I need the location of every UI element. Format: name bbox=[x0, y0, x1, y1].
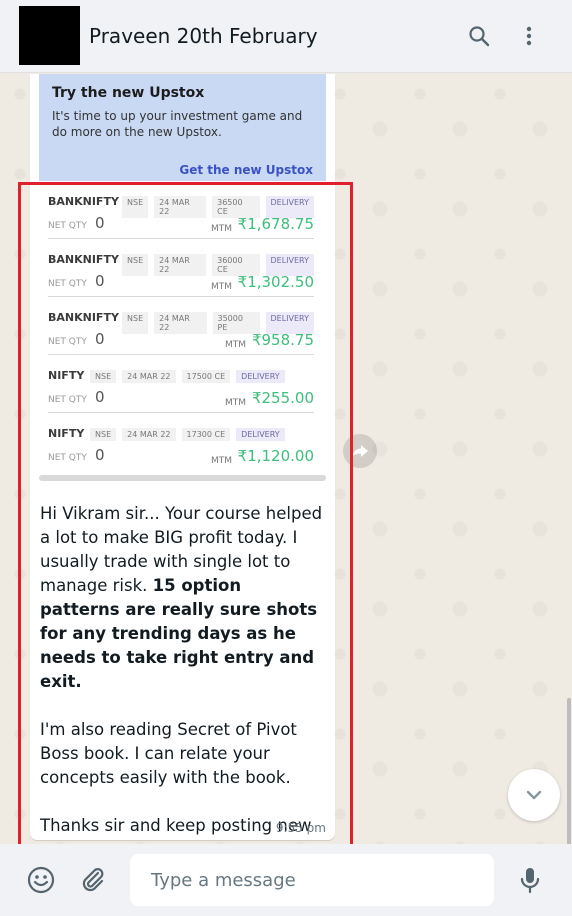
search-icon[interactable] bbox=[461, 18, 497, 54]
message-input[interactable]: Type a message bbox=[130, 854, 494, 906]
chat-title[interactable]: Praveen 20th February bbox=[89, 24, 318, 48]
avatar[interactable] bbox=[19, 6, 80, 65]
scrollbar[interactable] bbox=[566, 74, 572, 848]
mic-icon[interactable] bbox=[512, 862, 548, 898]
ad-text: It's time to up your investment game and… bbox=[52, 109, 303, 139]
highlight-box bbox=[18, 182, 353, 851]
scrollbar-thumb[interactable] bbox=[567, 698, 571, 848]
upstox-ad-banner: Try the new Upstox It's time to up your … bbox=[39, 74, 326, 181]
chat-header: Praveen 20th February bbox=[0, 0, 572, 73]
ad-link[interactable]: Get the new Upstox bbox=[179, 163, 313, 177]
emoji-icon[interactable] bbox=[23, 862, 59, 898]
message-input-placeholder: Type a message bbox=[151, 870, 296, 891]
more-vert-icon[interactable] bbox=[511, 18, 547, 54]
chevron-down-icon[interactable] bbox=[508, 769, 560, 821]
composer-bar: Type a message bbox=[0, 844, 572, 916]
attach-icon[interactable] bbox=[75, 862, 111, 898]
ad-title: Try the new Upstox bbox=[52, 85, 205, 101]
